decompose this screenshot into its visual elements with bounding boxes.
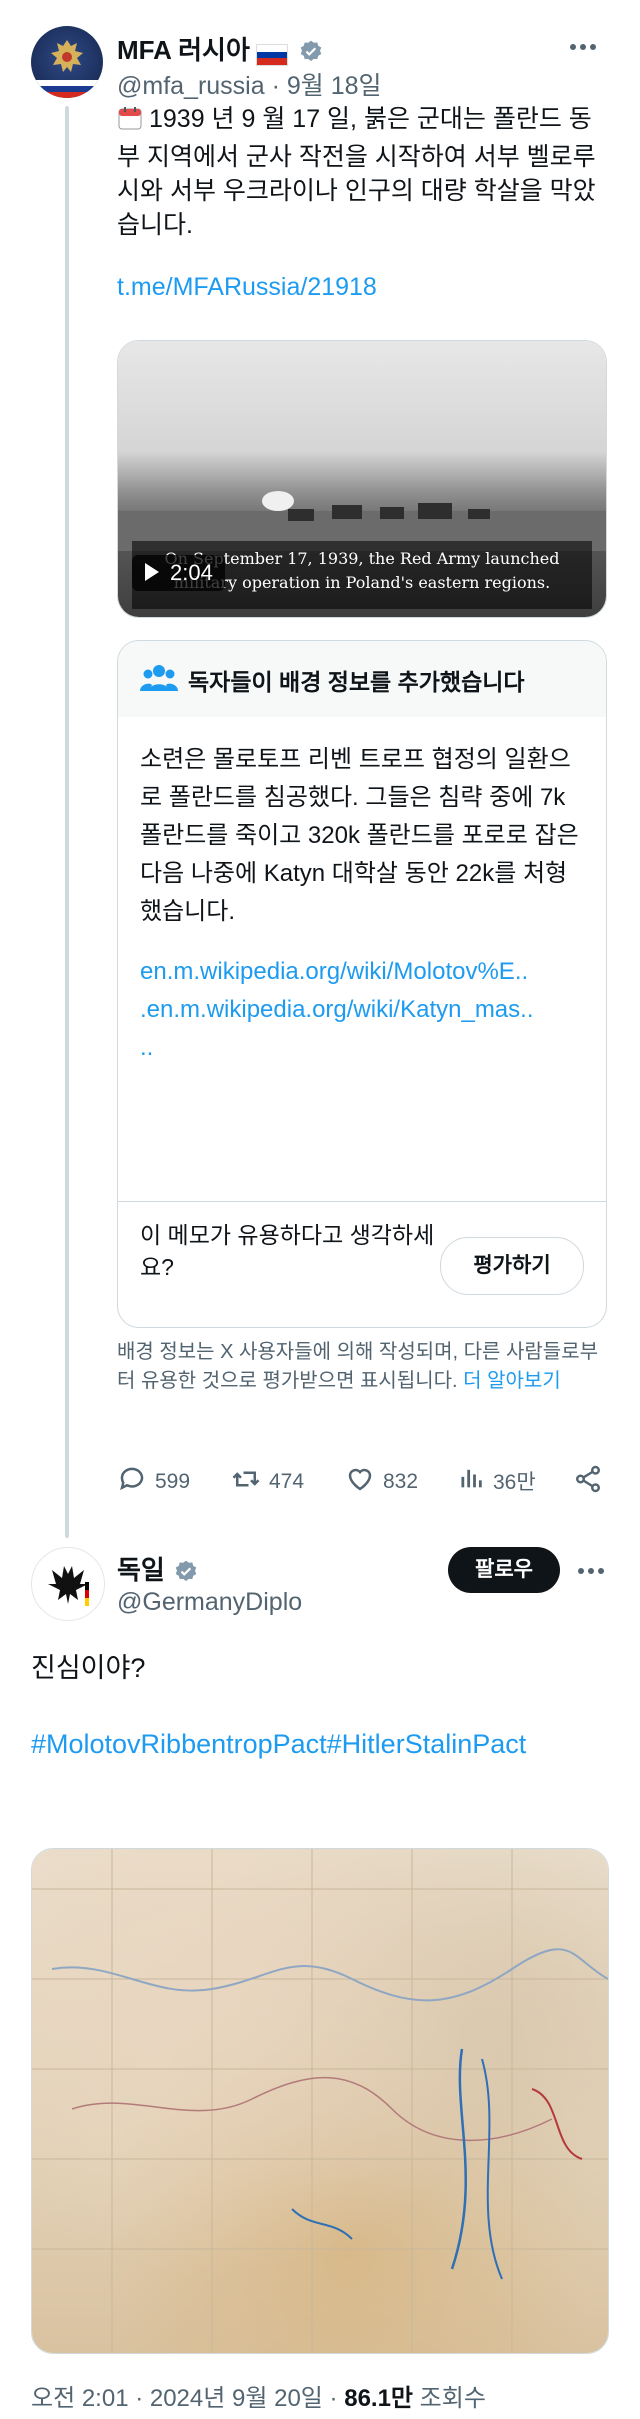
- tweet2-meta: 오전 2:01 · 2024년 9월 20일 · 86.1만 조회수: [31, 2378, 486, 2413]
- people-icon: [140, 661, 178, 702]
- community-note: 독자들이 배경 정보를 추가했습니다 소련은 몰로토프 리벤 트로프 협정의 일…: [117, 640, 607, 1328]
- avatar-mfa-russia[interactable]: [31, 26, 103, 98]
- reply-button[interactable]: 599: [117, 1464, 190, 1500]
- video-card[interactable]: On September 17, 1939, the Red Army laun…: [117, 340, 607, 618]
- view-count: 86.1만: [344, 2385, 414, 2412]
- tweet1-header: MFA 러시아: [117, 30, 537, 70]
- tweet2-body: 진심이야? #MolotovRibbentropPact#HitlerStali…: [31, 1648, 611, 1764]
- note-helpful-question: 이 메모가 유용하다고 생각하세요?: [140, 1222, 435, 1280]
- author-name[interactable]: 독일: [117, 1555, 165, 1585]
- video-scene: [118, 491, 606, 551]
- more-icon[interactable]: [566, 30, 600, 69]
- like-icon: [345, 1464, 375, 1500]
- views-label: 조회수: [413, 2385, 486, 2412]
- reply-count: 599: [155, 1470, 191, 1493]
- note-link-molotov[interactable]: en.m.wikipedia.org/wiki/Molotov%E..: [140, 953, 586, 991]
- russia-flag-icon: [255, 43, 288, 66]
- coat-of-arms-icon: [51, 40, 83, 72]
- note-link-katyn[interactable]: .en.m.wikipedia.org/wiki/Katyn_mas..: [140, 991, 586, 1029]
- note-link-ellipsis[interactable]: ..: [140, 1029, 586, 1067]
- like-count: 832: [383, 1470, 419, 1493]
- tweet2-header: 독일: [117, 1550, 199, 1590]
- tweet1-text-block: 1939 년 9 월 17 일, 붉은 군대는 폴란드 동부 지역에서 군사 작…: [117, 102, 607, 304]
- avatar-germany-diplo[interactable]: [31, 1547, 105, 1621]
- hashtags[interactable]: #MolotovRibbentropPact#HitlerStalinPact: [31, 1724, 611, 1764]
- german-eagle-icon: [48, 1566, 89, 1606]
- thread-line: [65, 106, 69, 1538]
- views-button[interactable]: 36만: [457, 1464, 536, 1498]
- note-footer: 배경 정보는 X 사용자들에 의해 작성되며, 다른 사람들로부터 유용한 것으…: [117, 1338, 607, 1396]
- author-name[interactable]: MFA 러시아: [117, 35, 250, 65]
- share-icon[interactable]: [573, 1464, 603, 1494]
- tweet1-link[interactable]: t.me/MFARussia/21918: [117, 273, 377, 301]
- video-duration-badge[interactable]: 2:04: [132, 555, 225, 591]
- author-handle[interactable]: @GermanyDiplo: [117, 1588, 302, 1617]
- more-icon[interactable]: [574, 1554, 608, 1593]
- divider: [118, 1201, 606, 1202]
- map-image[interactable]: [31, 1848, 609, 2354]
- tweet2-text: 진심이야?: [31, 1653, 146, 1683]
- community-note-text: 소련은 몰로토프 리벤 트로프 협정의 일환으로 폴란드를 침공했다. 그들은 …: [140, 746, 579, 925]
- rate-button[interactable]: 평가하기: [440, 1237, 584, 1295]
- views-icon: [457, 1464, 485, 1498]
- tweet1-action-bar: 599 474 832 36만: [117, 1464, 607, 1504]
- like-button[interactable]: 832: [345, 1464, 418, 1500]
- reply-icon: [117, 1464, 147, 1500]
- repost-button[interactable]: 474: [231, 1464, 304, 1500]
- repost-count: 474: [269, 1470, 305, 1493]
- community-note-header: 독자들이 배경 정보를 추가했습니다: [118, 641, 606, 717]
- view-count: 36만: [493, 1471, 536, 1494]
- verified-badge-icon: [173, 1559, 199, 1590]
- video-duration: 2:04: [170, 560, 213, 585]
- follow-button[interactable]: 팔로우: [448, 1547, 560, 1593]
- tweet1-text: 1939 년 9 월 17 일, 붉은 군대는 폴란드 동부 지역에서 군사 작…: [117, 105, 596, 239]
- author-handle[interactable]: @mfa_russia: [117, 72, 265, 100]
- community-note-title: 독자들이 배경 정보를 추가했습니다: [188, 669, 525, 695]
- timestamp[interactable]: 오전 2:01 · 2024년 9월 20일 ·: [31, 2385, 344, 2412]
- calendar-icon: [117, 105, 143, 140]
- tweet-date[interactable]: 9월 18일: [287, 72, 382, 100]
- play-icon: [144, 557, 160, 593]
- map-lines: [32, 1849, 608, 2353]
- learn-more-link[interactable]: 더 알아보기: [463, 1370, 561, 1392]
- repost-icon: [231, 1464, 261, 1500]
- tweet1-handle-line: @mfa_russia · 9월 18일: [117, 72, 382, 100]
- community-note-links: en.m.wikipedia.org/wiki/Molotov%E.. .en.…: [140, 953, 586, 1067]
